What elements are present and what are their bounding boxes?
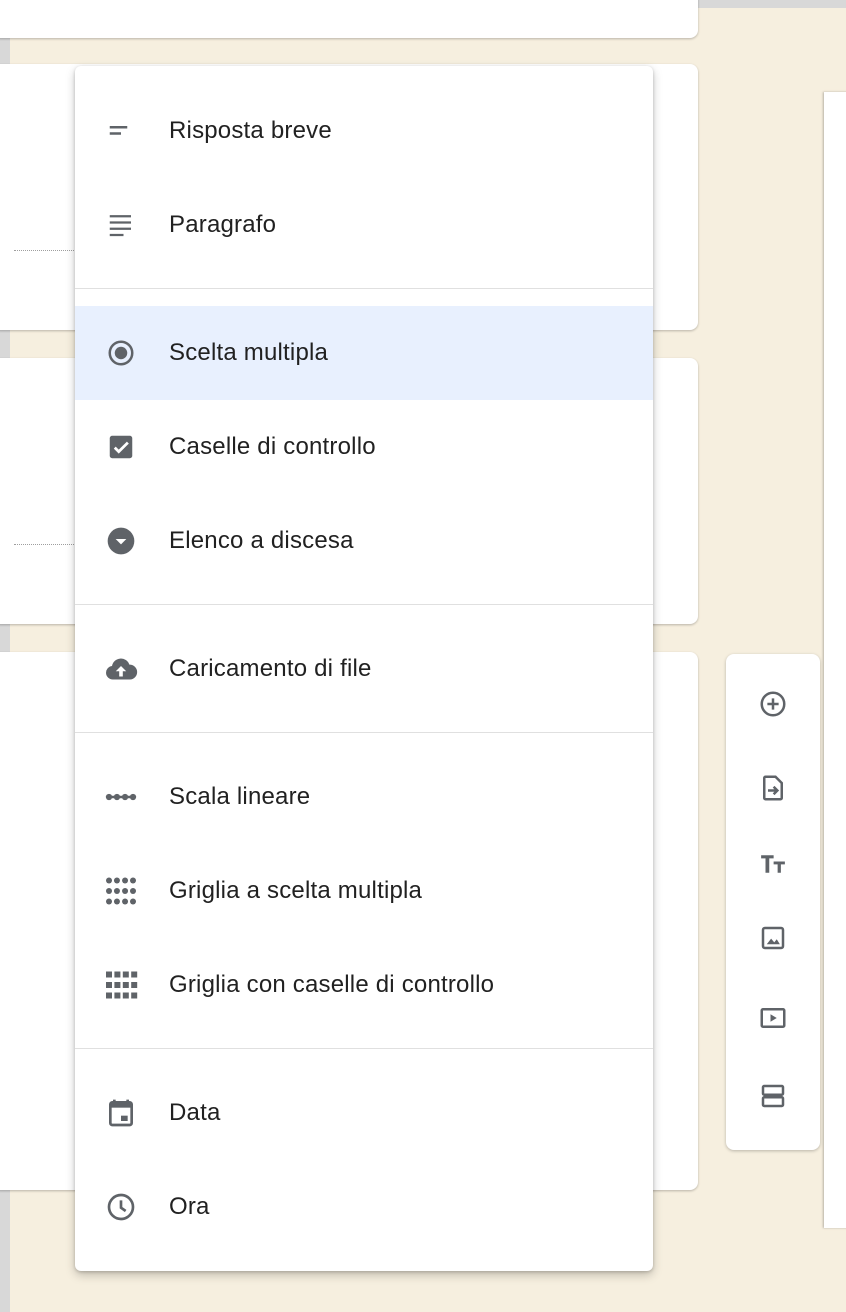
add-question-button[interactable] (753, 684, 793, 724)
add-image-button[interactable] (753, 918, 793, 958)
menu-item-multiple-choice[interactable]: Scelta multipla (75, 306, 653, 400)
menu-item-label: Griglia con caselle di controllo (169, 971, 495, 998)
title-text-icon (758, 849, 788, 879)
form-toolbar (726, 654, 820, 1150)
checkbox-grid-icon (103, 967, 139, 1003)
calendar-icon (103, 1095, 139, 1131)
answer-underline (14, 250, 80, 251)
add-title-button[interactable] (753, 844, 793, 884)
menu-divider (75, 732, 653, 733)
menu-item-label: Griglia a scelta multipla (169, 877, 423, 904)
import-questions-icon (758, 773, 788, 803)
menu-item-label: Paragrafo (169, 211, 277, 238)
menu-item-label: Risposta breve (169, 117, 332, 144)
menu-item-short-answer[interactable]: Risposta breve (75, 84, 653, 178)
dropdown-icon (103, 523, 139, 559)
import-questions-button[interactable] (753, 768, 793, 808)
form-card-header (0, 0, 698, 38)
menu-item-label: Ora (169, 1193, 210, 1220)
menu-item-time[interactable]: Ora (75, 1160, 653, 1254)
video-icon (758, 1003, 788, 1033)
menu-item-label: Caselle di controllo (169, 433, 376, 460)
menu-item-label: Scelta multipla (169, 339, 329, 366)
menu-item-date[interactable]: Data (75, 1066, 653, 1160)
menu-divider (75, 604, 653, 605)
menu-item-label: Elenco a discesa (169, 527, 354, 554)
menu-item-multiple-choice-grid[interactable]: Griglia a scelta multipla (75, 844, 653, 938)
short-answer-icon (103, 113, 139, 149)
menu-item-label: Scala lineare (169, 783, 311, 810)
menu-item-dropdown[interactable]: Elenco a discesa (75, 494, 653, 588)
linear-scale-icon (103, 779, 139, 815)
cloud-upload-icon (103, 651, 139, 687)
menu-item-label: Data (169, 1099, 221, 1126)
checkbox-icon (103, 429, 139, 465)
menu-item-checkboxes[interactable]: Caselle di controllo (75, 400, 653, 494)
side-panel (824, 92, 846, 1228)
menu-divider (75, 288, 653, 289)
clock-icon (103, 1189, 139, 1225)
add-section-button[interactable] (753, 1076, 793, 1116)
question-type-menu: Risposta breve Paragrafo Scelta multipla… (75, 66, 653, 1271)
radio-button-icon (103, 335, 139, 371)
paragraph-icon (103, 207, 139, 243)
add-video-button[interactable] (753, 998, 793, 1038)
menu-item-file-upload[interactable]: Caricamento di file (75, 622, 653, 716)
image-icon (758, 923, 788, 953)
menu-item-paragraph[interactable]: Paragrafo (75, 178, 653, 272)
menu-item-checkbox-grid[interactable]: Griglia con caselle di controllo (75, 938, 653, 1032)
add-question-icon (758, 689, 788, 719)
dot-grid-icon (103, 873, 139, 909)
answer-underline (14, 544, 80, 545)
menu-item-linear-scale[interactable]: Scala lineare (75, 750, 653, 844)
section-icon (758, 1081, 788, 1111)
menu-divider (75, 1048, 653, 1049)
menu-item-label: Caricamento di file (169, 655, 372, 682)
